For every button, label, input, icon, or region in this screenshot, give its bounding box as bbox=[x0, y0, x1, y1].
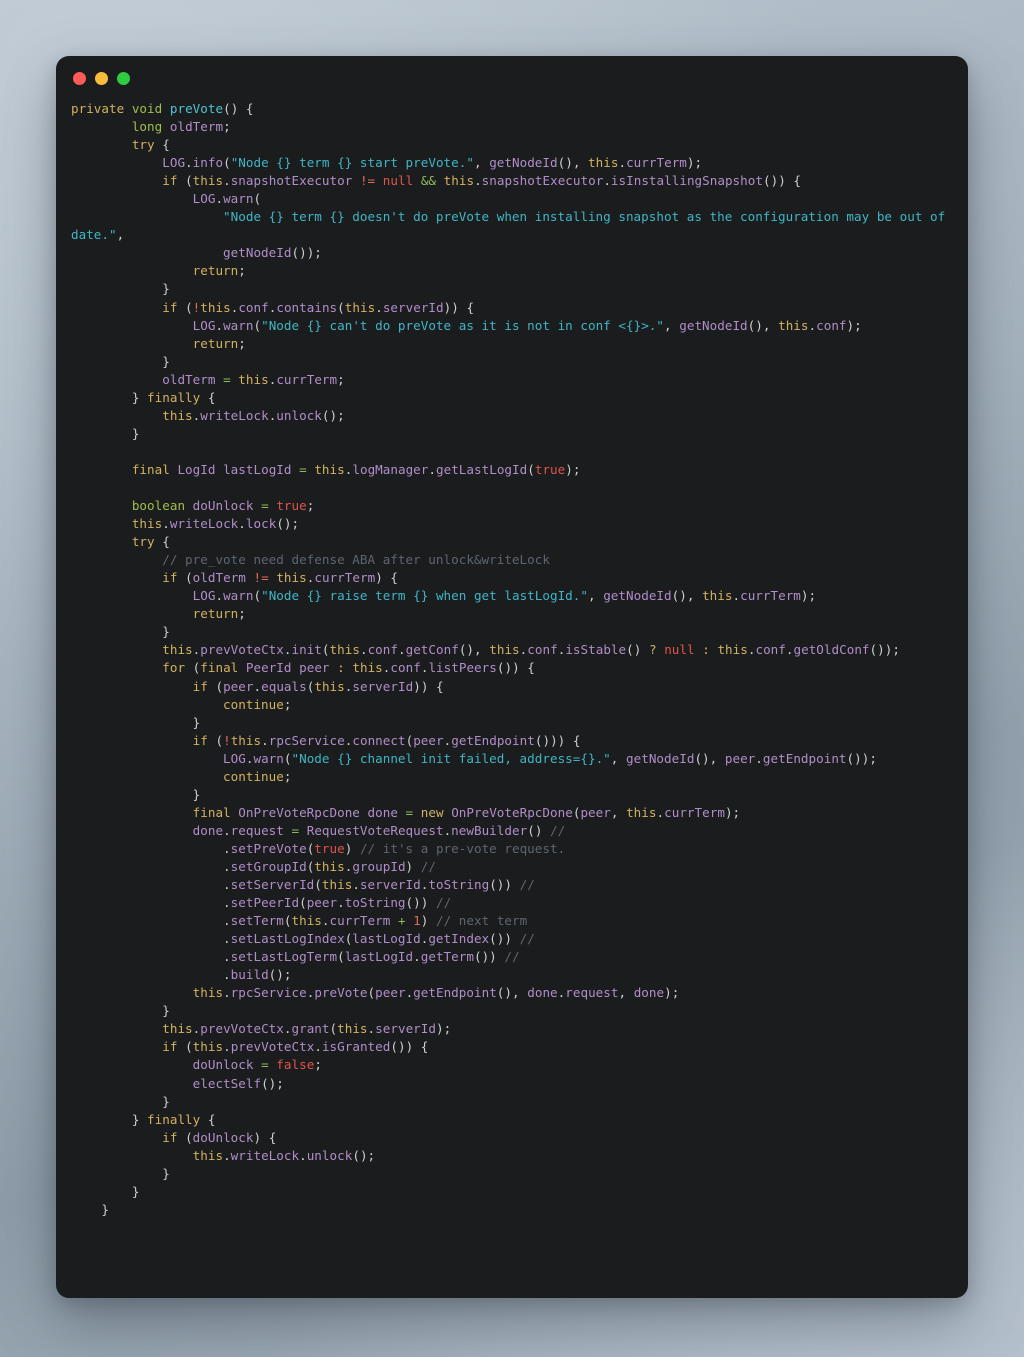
code-line: this.writeLock.unlock(); bbox=[192, 1147, 376, 1163]
code-line: continue; bbox=[223, 696, 292, 712]
code-line: private void preVote() { bbox=[71, 101, 254, 116]
close-button[interactable] bbox=[73, 71, 86, 85]
minimize-button[interactable] bbox=[95, 71, 108, 85]
code-line: return; bbox=[192, 263, 246, 279]
code-line: continue; bbox=[223, 768, 292, 784]
code-line: return; bbox=[192, 335, 246, 351]
code-line: } bbox=[162, 353, 170, 369]
window-title-bar bbox=[56, 56, 968, 100]
code-line: this.prevVoteCtx.grant(this.serverId); bbox=[162, 1021, 452, 1037]
code-line: if (oldTerm != this.currTerm) { bbox=[162, 570, 399, 586]
code-line: if (!this.rpcService.connect(peer.getEnd… bbox=[192, 732, 581, 748]
code-line: } bbox=[162, 1093, 170, 1109]
code-line: boolean doUnlock = true; bbox=[131, 498, 315, 514]
code-line: if (this.snapshotExecutor != null && thi… bbox=[162, 173, 802, 189]
code-line: doUnlock = false; bbox=[192, 1057, 322, 1073]
code-line: } bbox=[131, 1183, 140, 1199]
code-line: } bbox=[131, 425, 140, 441]
code-line: done.request = RequestVoteRequest.newBui… bbox=[192, 822, 566, 838]
code-line: LOG.warn( bbox=[192, 191, 262, 207]
code-line: LOG.warn("Node {} raise term {} when get… bbox=[192, 588, 817, 604]
code-line: for (final PeerId peer : this.conf.listP… bbox=[162, 660, 535, 676]
code-line: this.writeLock.lock(); bbox=[131, 516, 300, 532]
code-line: } bbox=[162, 624, 170, 640]
code-line: if (doUnlock) { bbox=[162, 1129, 277, 1145]
code-line: return; bbox=[192, 606, 246, 622]
code-line: LOG.warn("Node {} can't do preVote as it… bbox=[192, 317, 862, 333]
code-line: .setPreVote(true) // it's a pre-vote req… bbox=[223, 840, 566, 856]
code-line: LOG.info("Node {} term {} start preVote.… bbox=[162, 155, 703, 171]
code-line: } finally { bbox=[131, 389, 216, 405]
code-line: final OnPreVoteRpcDone done = new OnPreV… bbox=[192, 804, 741, 820]
code-line: .setServerId(this.serverId.toString()) /… bbox=[223, 877, 535, 893]
code-line: "Node {} term {} doesn't do preVote when… bbox=[71, 209, 953, 243]
code-line: // pre_vote need defense ABA after unloc… bbox=[162, 552, 550, 568]
code-line: try { bbox=[131, 137, 170, 153]
code-line: this.prevVoteCtx.init(this.conf.getConf(… bbox=[162, 642, 900, 658]
code-line: } bbox=[192, 714, 201, 730]
code-line: .setLastLogIndex(lastLogId.getIndex()) /… bbox=[223, 931, 535, 947]
code-line: } bbox=[162, 1003, 170, 1019]
code-line: } bbox=[192, 786, 201, 802]
code-line: .setPeerId(peer.toString()) // bbox=[223, 895, 452, 911]
code-line: this.writeLock.unlock(); bbox=[162, 407, 345, 423]
code-line: } bbox=[162, 1165, 170, 1181]
code-window: private void preVote() { long oldTerm; t… bbox=[56, 56, 968, 1298]
code-line: .setLastLogTerm(lastLogId.getTerm()) // bbox=[223, 949, 520, 965]
code-block[interactable]: private void preVote() { long oldTerm; t… bbox=[56, 100, 968, 1219]
code-line: try { bbox=[131, 534, 170, 550]
code-line: } bbox=[162, 281, 170, 297]
code-line: if (peer.equals(this.serverId)) { bbox=[192, 678, 444, 694]
code-line: this.rpcService.preVote(peer.getEndpoint… bbox=[192, 985, 680, 1001]
code-line: oldTerm = this.currTerm; bbox=[162, 371, 345, 387]
code-line: if (!this.conf.contains(this.serverId)) … bbox=[162, 299, 475, 315]
code-line: .build(); bbox=[223, 967, 292, 983]
code-line: electSelf(); bbox=[192, 1075, 284, 1091]
code-line: } finally { bbox=[131, 1111, 216, 1127]
code-line: .setTerm(this.currTerm + 1) // next term bbox=[223, 913, 528, 929]
maximize-button[interactable] bbox=[117, 71, 130, 85]
code-line: } bbox=[101, 1201, 110, 1217]
code-line: .setGroupId(this.groupId) // bbox=[223, 858, 436, 874]
code-line: final LogId lastLogId = this.logManager.… bbox=[131, 461, 581, 477]
code-line: if (this.prevVoteCtx.isGranted()) { bbox=[162, 1039, 429, 1055]
code-line: long oldTerm; bbox=[131, 119, 231, 135]
code-line: LOG.warn("Node {} channel init failed, a… bbox=[223, 750, 877, 766]
code-line: getNodeId()); bbox=[223, 245, 322, 261]
